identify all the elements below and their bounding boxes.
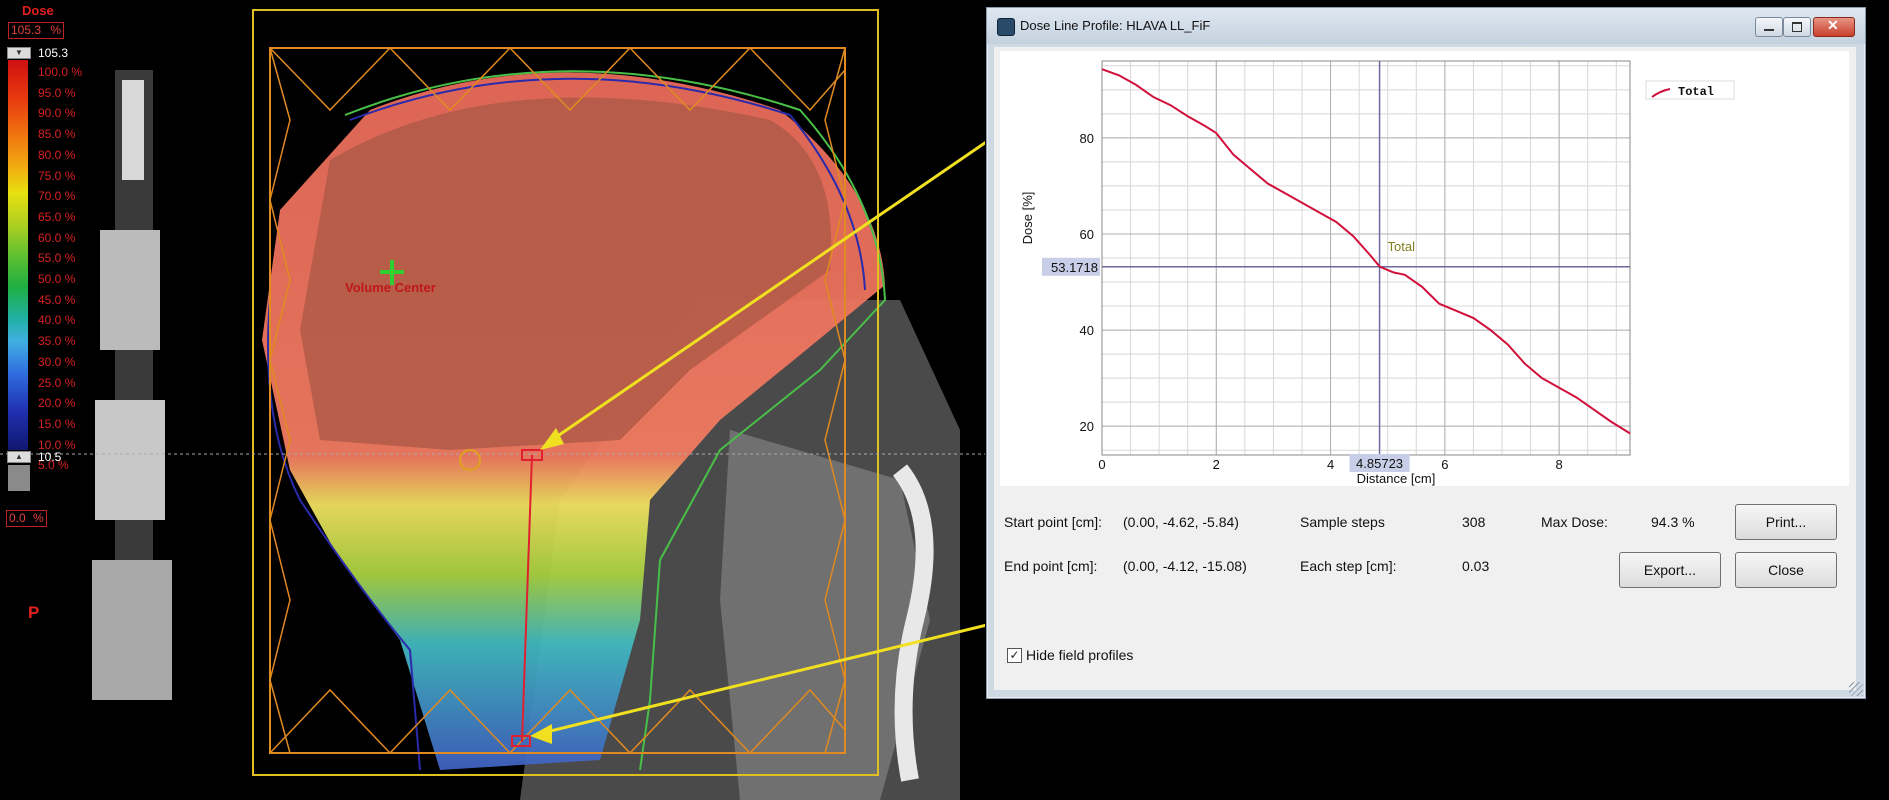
- sample-steps-label: Sample steps: [1300, 514, 1385, 530]
- sample-steps-value: 308: [1462, 514, 1486, 530]
- legend-max-box-value: 105.3: [11, 23, 42, 37]
- volume-center-label: Volume Center: [345, 280, 436, 295]
- legend-below-threshold: [8, 465, 30, 491]
- legend-min-box-value: 0.0: [9, 511, 26, 525]
- legend-label: 95.0 %: [38, 85, 76, 100]
- hide-field-profiles-option[interactable]: ✓ Hide field profiles: [1007, 647, 1133, 663]
- export-button[interactable]: Export...: [1619, 552, 1721, 588]
- legend-label: 70.0 %: [38, 189, 76, 204]
- cursor-y-readout: 53.1718: [1051, 260, 1098, 275]
- legend-label: 85.0 %: [38, 127, 76, 142]
- legend-label: 75.0 %: [38, 168, 76, 183]
- x-tick-label: 8: [1556, 457, 1563, 472]
- legend-max-pointer[interactable]: ▼: [7, 47, 31, 59]
- close-window-button[interactable]: ✕: [1813, 17, 1855, 37]
- close-icon: ✕: [1827, 17, 1839, 33]
- legend-max-box[interactable]: 105.3 %: [8, 22, 65, 39]
- legend-label: 40.0 %: [38, 313, 76, 328]
- x-tick-label: 6: [1441, 457, 1448, 472]
- legend-label: 90.0 %: [38, 106, 76, 121]
- minimize-icon: [1764, 29, 1774, 31]
- series-line-total: [1101, 68, 1631, 435]
- each-step-label: Each step [cm]:: [1300, 558, 1397, 574]
- legend-label: 100.0 %: [38, 65, 83, 79]
- max-dose-label: Max Dose:: [1541, 514, 1608, 530]
- app-icon: [997, 18, 1015, 36]
- close-button[interactable]: Close: [1735, 552, 1837, 588]
- legend-title: Dose: [22, 3, 54, 18]
- chart-legend-label: Total: [1678, 85, 1714, 99]
- legend-label: 20.0 %: [38, 396, 76, 411]
- end-point-value: (0.00, -4.12, -15.08): [1123, 558, 1247, 574]
- legend-pointer-value: 10.5: [38, 450, 62, 464]
- maximize-button[interactable]: [1783, 17, 1811, 37]
- dialog-titlebar[interactable]: Dose Line Profile: HLAVA LL_FiF ✕: [987, 8, 1865, 44]
- spine-structure: [92, 70, 172, 700]
- hide-field-profiles-label: Hide field profiles: [1026, 647, 1134, 663]
- legend-label: 65.0 %: [38, 209, 76, 224]
- cursor-series-tag: Total: [1388, 239, 1416, 254]
- profile-chart-panel[interactable]: 0 2 4 6 8 20 40 60 80 Distance [cm] Dose [%] Total 5…: [1000, 51, 1849, 486]
- legend-label: 60.0 %: [38, 230, 76, 245]
- y-tick-label: 40: [1080, 323, 1094, 338]
- legend-label: 45.0 %: [38, 292, 76, 307]
- dose-color-scale: [8, 60, 28, 450]
- legend-label: 50.0 %: [38, 272, 76, 286]
- each-step-value: 0.03: [1462, 558, 1490, 574]
- y-axis-label: Dose [%]: [1020, 192, 1035, 245]
- start-point-value: (0.00, -4.62, -5.84): [1123, 514, 1239, 530]
- legend-label: 25.0 %: [38, 375, 76, 390]
- legend-min-pointer[interactable]: ▲: [7, 451, 31, 463]
- resize-grip[interactable]: [1849, 682, 1863, 696]
- cursor-x-readout: 4.85723: [1356, 456, 1403, 471]
- max-dose-value: 94.3 %: [1651, 514, 1695, 530]
- end-point-label: End point [cm]:: [1004, 558, 1098, 574]
- x-tick-label: 4: [1327, 457, 1334, 472]
- orientation-label: P: [28, 603, 40, 622]
- x-axis-label: Distance [cm]: [1357, 471, 1436, 486]
- hide-field-profiles-checkbox[interactable]: ✓: [1007, 647, 1022, 663]
- legend-max-box-unit: %: [50, 23, 62, 37]
- x-tick-label: 0: [1098, 457, 1105, 472]
- legend-min-box-unit: %: [33, 511, 44, 525]
- dialog-body: 0 2 4 6 8 20 40 60 80 Distance [cm] Dose [%] Total 5…: [994, 47, 1856, 690]
- dose-profile-chart[interactable]: 0 2 4 6 8 20 40 60 80 Distance [cm] Dose [%] Total 5…: [1000, 51, 1849, 486]
- dialog-title: Dose Line Profile: HLAVA LL_FiF: [1020, 18, 1211, 33]
- y-tick-label: 80: [1080, 131, 1094, 146]
- maximize-icon: [1792, 22, 1802, 32]
- ct-sagittal-view[interactable]: [0, 0, 985, 800]
- minimize-button[interactable]: [1755, 17, 1783, 37]
- legend-label: 30.0 %: [38, 354, 76, 369]
- dose-line-profile-dialog: Dose Line Profile: HLAVA LL_FiF ✕ 0 2 4 6 8 2…: [986, 7, 1866, 699]
- y-tick-label: 20: [1080, 419, 1094, 434]
- x-tick-label: 2: [1213, 457, 1220, 472]
- legend-label: 80.0 %: [38, 147, 76, 162]
- legend-max-value: 105.3: [38, 46, 69, 60]
- legend-label: 55.0 %: [38, 251, 76, 266]
- legend-label: 35.0 %: [38, 334, 76, 349]
- print-button[interactable]: Print...: [1735, 504, 1837, 540]
- y-tick-label: 60: [1080, 227, 1094, 242]
- legend-label: 15.0 %: [38, 416, 76, 431]
- start-point-label: Start point [cm]:: [1004, 514, 1103, 530]
- legend-min-box[interactable]: 0.0 %: [6, 510, 47, 527]
